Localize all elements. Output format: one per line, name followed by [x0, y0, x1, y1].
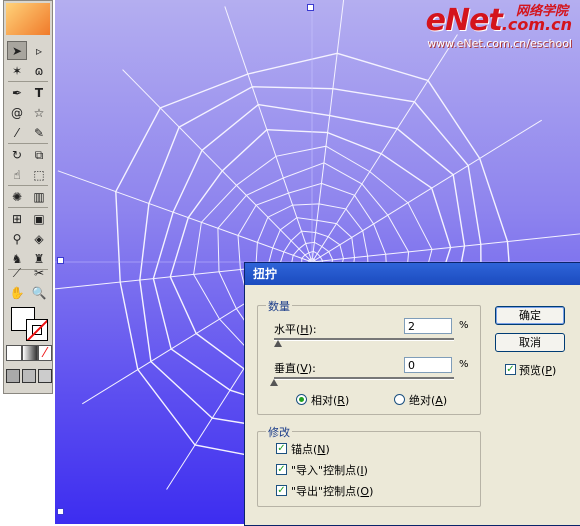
modify-group: 修改 ✓ 锚点(N) ✓ "导入"控制点(I) ✓ "导出"控制点(O)	[257, 424, 481, 507]
preview-label[interactable]: 预览(P)	[519, 362, 556, 378]
in-control-points-label[interactable]: "导入"控制点(I)	[291, 462, 368, 478]
watermark: 网络学院 eNet.com.cn www.eNet.com.cn/eschool	[426, 2, 572, 50]
modify-group-label: 修改	[266, 424, 292, 440]
vertical-input[interactable]: 0	[404, 357, 452, 373]
vertical-slider-track[interactable]	[274, 377, 454, 380]
warp-tool-icon[interactable]: ☝	[7, 165, 27, 184]
in-control-points-checkbox[interactable]: ✓	[276, 464, 287, 475]
selection-handle-top[interactable]	[307, 4, 314, 11]
web-spoke	[57, 170, 313, 263]
vertical-label: 垂直(V):	[274, 362, 316, 375]
selection-handle-bottom-left[interactable]	[57, 508, 64, 515]
eyedropper-tool-icon[interactable]: ⚲	[7, 229, 27, 248]
magic-wand-tool-icon[interactable]: ✶	[7, 61, 27, 80]
column-graph-tool-icon[interactable]: ▥	[29, 187, 49, 206]
relative-label[interactable]: 相对(R)	[311, 392, 349, 408]
normal-screen-mode-icon[interactable]	[6, 369, 20, 383]
full-screen-mode-icon[interactable]	[38, 369, 52, 383]
spiral-tool-icon[interactable]: @	[7, 103, 27, 122]
rotate-tool-icon[interactable]: ↻	[7, 145, 27, 164]
toolbox-separator	[8, 81, 48, 82]
gradient-mode-icon[interactable]	[22, 345, 38, 361]
dialog-title[interactable]: 扭拧	[245, 263, 580, 285]
toolbox-separator	[8, 185, 48, 186]
anchor-points-checkbox[interactable]: ✓	[276, 443, 287, 454]
slice-tool-icon[interactable]: ⟋	[7, 263, 27, 282]
vertical-slider-thumb[interactable]	[270, 379, 278, 386]
none-mode-icon[interactable]: ⁄	[38, 345, 52, 361]
toolbox-panel: ➤ ▹ ✶ ɷ ✒ T @ ☆ ⁄ ✎ ↻ ⧉ ☝ ⬚ ✺ ▥ ⊞ ▣ ⚲ ◈ …	[0, 0, 55, 524]
paintbrush-tool-icon[interactable]: ⁄	[7, 123, 27, 142]
horizontal-slider-thumb[interactable]	[273, 340, 282, 347]
color-mode-icon[interactable]	[6, 345, 22, 361]
watermark-url: www.eNet.com.cn/eschool	[427, 37, 572, 50]
amount-group: 数量 水平(H): 2 % 垂直(V): 0 % 相对(R) 绝对(A)	[257, 298, 481, 415]
gradient-tool-icon[interactable]: ▣	[29, 209, 49, 228]
anchor-points-label[interactable]: 锚点(N)	[291, 441, 330, 457]
web-spoke	[311, 34, 458, 263]
horizontal-unit: %	[459, 320, 469, 331]
out-control-points-checkbox[interactable]: ✓	[276, 485, 287, 496]
hand-tool-icon[interactable]: ✋	[7, 283, 27, 302]
pencil-tool-icon[interactable]: ✎	[29, 123, 49, 142]
stroke-color-swatch[interactable]	[26, 319, 48, 341]
pen-tool-icon[interactable]: ✒	[7, 83, 27, 102]
amount-group-label: 数量	[266, 298, 292, 314]
ok-button[interactable]: 确定	[495, 306, 565, 325]
type-tool-icon[interactable]: T	[29, 83, 49, 102]
blend-tool-icon[interactable]: ◈	[29, 229, 49, 248]
relative-radio[interactable]	[296, 394, 307, 405]
watermark-chinese: 网络学院	[515, 4, 568, 19]
toolbox-separator	[8, 143, 48, 144]
mesh-tool-icon[interactable]: ⊞	[7, 209, 27, 228]
star-tool-icon[interactable]: ☆	[29, 103, 49, 122]
direct-selection-tool-icon[interactable]: ▹	[29, 41, 49, 60]
horizontal-label: 水平(H):	[274, 323, 317, 336]
out-control-points-label[interactable]: "导出"控制点(O)	[291, 483, 373, 499]
app-logo-icon	[6, 3, 50, 35]
free-transform-tool-icon[interactable]: ⬚	[29, 165, 49, 184]
absolute-label[interactable]: 绝对(A)	[409, 392, 447, 408]
scale-tool-icon[interactable]: ⧉	[29, 145, 49, 164]
web-spoke	[122, 69, 313, 263]
absolute-radio[interactable]	[394, 394, 405, 405]
horizontal-slider-track[interactable]	[274, 338, 454, 341]
horizontal-input[interactable]: 2	[404, 318, 452, 334]
toolbox-separator	[8, 207, 48, 208]
preview-checkbox[interactable]: ✓	[505, 364, 516, 375]
zoom-tool-icon[interactable]: 🔍	[29, 283, 49, 302]
toolbox-inner: ➤ ▹ ✶ ɷ ✒ T @ ☆ ⁄ ✎ ↻ ⧉ ☝ ⬚ ✺ ▥ ⊞ ▣ ⚲ ◈ …	[3, 0, 53, 394]
twist-dialog: 扭拧 数量 水平(H): 2 % 垂直(V): 0 % 相对(R) 绝对(A) …	[244, 262, 580, 526]
lasso-tool-icon[interactable]: ɷ	[29, 61, 49, 80]
vertical-unit: %	[459, 359, 469, 370]
web-spoke	[224, 6, 313, 263]
selection-tool-icon[interactable]: ➤	[7, 41, 27, 60]
symbol-sprayer-tool-icon[interactable]: ✺	[7, 187, 27, 206]
full-screen-menu-mode-icon[interactable]	[22, 369, 36, 383]
cancel-button[interactable]: 取消	[495, 333, 565, 352]
scissors-tool-icon[interactable]: ✂	[29, 263, 49, 282]
selection-handle-left[interactable]	[57, 257, 64, 264]
